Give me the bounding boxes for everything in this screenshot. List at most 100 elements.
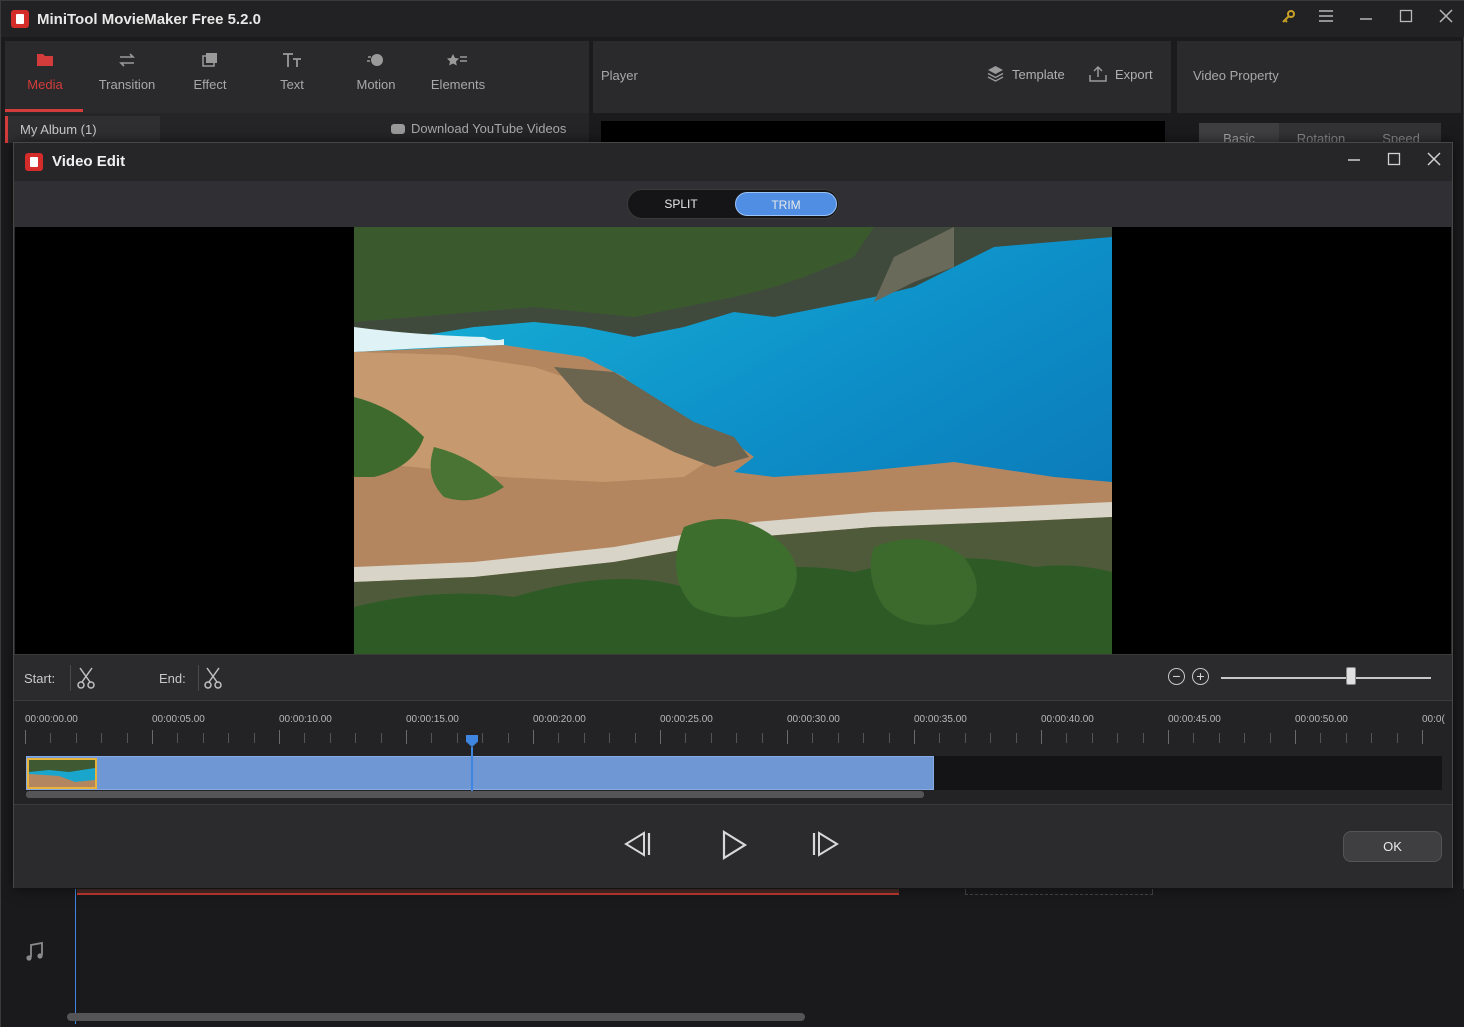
mode-toggle: SPLIT TRIM [627, 189, 839, 219]
main-playhead [75, 889, 76, 1024]
ruler-tick [812, 733, 813, 743]
ruler-tick [254, 733, 255, 743]
folder-icon [5, 51, 85, 73]
title-bar: MiniTool MovieMaker Free 5.2.0 [1, 1, 1464, 37]
ruler-tick [1219, 733, 1220, 743]
menu-icon[interactable] [1315, 9, 1337, 29]
split-mode-button[interactable]: SPLIT [630, 192, 732, 216]
ruler-tick [1193, 733, 1194, 743]
main-timeline [1, 889, 1464, 1027]
ruler-tick-label: 00:00:25.00 [660, 714, 713, 725]
ruler-tick-label: 00:00:10.00 [279, 714, 332, 725]
app-logo-icon [11, 10, 29, 28]
zoom-slider-track[interactable] [1221, 677, 1431, 679]
ruler-tick [228, 733, 229, 743]
ruler-tick [127, 733, 128, 743]
play-icon[interactable] [717, 829, 757, 863]
ruler-tick [1397, 733, 1398, 743]
ruler-tick [685, 733, 686, 743]
trim-start-scissors-icon[interactable] [76, 667, 96, 694]
ruler-tick [1041, 730, 1042, 744]
ruler-tick [1092, 733, 1093, 743]
ruler-tick [1371, 733, 1372, 743]
trim-end-scissors-icon[interactable] [203, 667, 223, 694]
ruler-tick [1016, 733, 1017, 743]
ruler-tick [1168, 730, 1169, 744]
drop-zone [965, 889, 1153, 895]
layers-icon [987, 65, 1004, 85]
ruler-tick [889, 733, 890, 743]
key-icon[interactable] [1277, 9, 1299, 29]
ruler-tick-label: 00:00:45.00 [1168, 714, 1221, 725]
zoom-out-icon[interactable]: − [1168, 668, 1185, 685]
ruler-tick [1346, 733, 1347, 743]
divider [198, 665, 199, 691]
ruler-tick [101, 733, 102, 743]
ruler-tick [431, 733, 432, 743]
ruler-tick [558, 733, 559, 743]
motion-icon [336, 51, 416, 73]
text-icon [252, 51, 332, 73]
ruler-tick [863, 733, 864, 743]
ruler-tick [1270, 733, 1271, 743]
tab-effect[interactable]: Effect [170, 51, 250, 92]
tab-elements[interactable]: Elements [418, 51, 498, 92]
ruler-tick [50, 733, 51, 743]
tab-text[interactable]: Text [252, 51, 332, 92]
ruler-tick-label: 00:00:30.00 [787, 714, 840, 725]
video-clip[interactable] [26, 756, 934, 790]
end-label: End: [159, 671, 186, 686]
album-item[interactable]: My Album (1) [5, 116, 160, 143]
previous-frame-icon[interactable] [620, 829, 660, 863]
export-label: Export [1115, 67, 1153, 82]
ruler-tick [457, 733, 458, 743]
ok-button[interactable]: OK [1343, 831, 1442, 862]
layers-icon [170, 51, 250, 73]
download-label: Download YouTube Videos [411, 121, 567, 136]
zoom-in-icon[interactable]: + [1192, 668, 1209, 685]
ruler-tick [1066, 733, 1067, 743]
ruler-tick [533, 730, 534, 744]
tab-motion[interactable]: Motion [336, 51, 416, 92]
ruler-tick [482, 733, 483, 743]
video-edit-dialog: Video Edit SPLIT TRIM Start: End: − + 00… [13, 142, 1453, 888]
mode-bar: SPLIT TRIM [14, 181, 1452, 227]
tab-transition[interactable]: Transition [87, 51, 167, 92]
close-icon[interactable] [1423, 152, 1445, 172]
timeline-scrollbar[interactable] [26, 791, 924, 798]
player-label: Player [601, 68, 638, 83]
main-scrollbar[interactable] [67, 1013, 805, 1021]
trim-mode-button[interactable]: TRIM [735, 192, 837, 216]
ruler-tick [1295, 730, 1296, 744]
zoom-slider-handle[interactable] [1346, 667, 1356, 685]
next-frame-icon[interactable] [809, 829, 849, 863]
playhead-handle[interactable] [466, 735, 478, 747]
tab-label: Text [280, 77, 304, 92]
ruler-tick [25, 730, 26, 744]
ruler-tick [203, 733, 204, 743]
ruler-tick-label: 00:0( [1422, 714, 1445, 725]
ruler-tick-label: 00:00:50.00 [1295, 714, 1348, 725]
download-youtube-link[interactable]: Download YouTube Videos [391, 121, 566, 136]
ruler-tick-label: 00:00:15.00 [406, 714, 459, 725]
video-frame [354, 227, 1112, 654]
template-button[interactable]: Template [987, 65, 1065, 85]
main-video-track [77, 889, 899, 895]
minimize-icon[interactable] [1343, 152, 1365, 172]
tab-media[interactable]: Media [5, 51, 85, 92]
export-button[interactable]: Export [1089, 65, 1153, 85]
ruler-tick [838, 733, 839, 743]
ruler-tick [635, 733, 636, 743]
export-icon [1089, 65, 1107, 85]
ruler-tick [1143, 733, 1144, 743]
music-icon [25, 941, 45, 968]
maximize-icon[interactable] [1395, 9, 1417, 29]
ruler-tick [508, 733, 509, 743]
tab-label: Effect [193, 77, 227, 92]
maximize-icon[interactable] [1383, 152, 1405, 172]
ruler-tick-label: 00:00:00.00 [25, 714, 78, 725]
minimize-icon[interactable] [1355, 9, 1377, 29]
start-label: Start: [24, 671, 56, 686]
property-header: Video Property [1177, 41, 1461, 113]
close-icon[interactable] [1435, 9, 1457, 29]
